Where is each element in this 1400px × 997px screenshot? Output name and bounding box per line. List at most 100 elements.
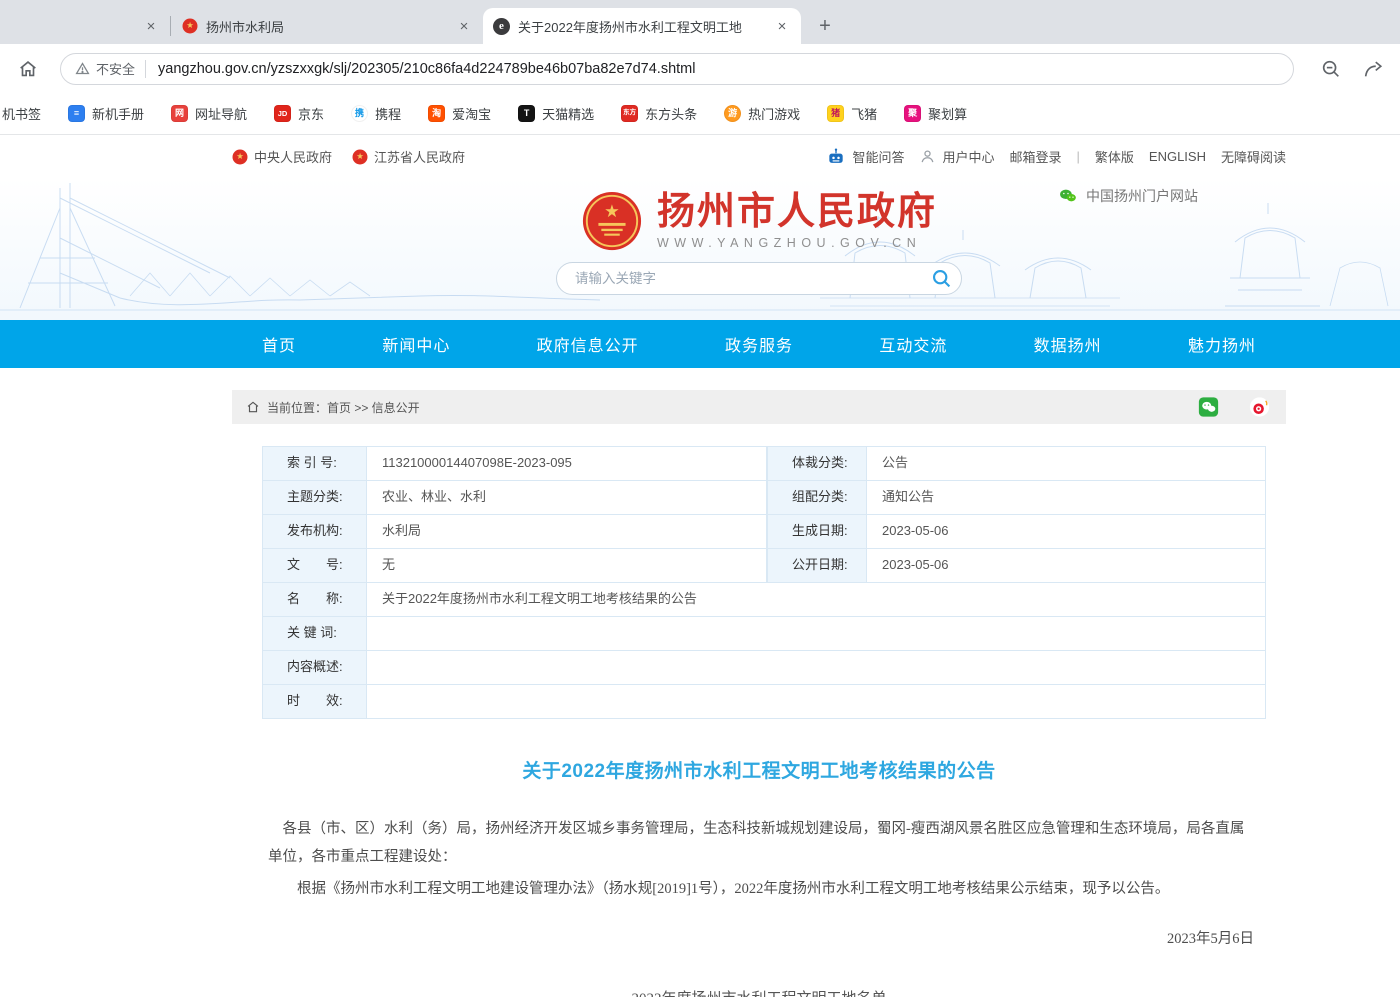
breadcrumb-text[interactable]: 当前位置：首页 >> 信息公开 bbox=[267, 399, 420, 416]
bookmark-favicon: 东方 bbox=[621, 105, 638, 122]
browser-tab-leftmost[interactable]: × bbox=[0, 8, 170, 44]
bookmark-label: 机书签 bbox=[2, 104, 41, 123]
meta-row: 名 称: 关于2022年度扬州市水利工程文明工地考核结果的公告 bbox=[262, 583, 1266, 617]
bookmark-favicon: 猪 bbox=[827, 105, 844, 122]
tab-close-icon[interactable]: × bbox=[455, 17, 473, 35]
bookmark-item[interactable]: 游 热门游戏 bbox=[724, 104, 800, 123]
site-name: 扬州市人民政府 bbox=[657, 192, 937, 234]
bookmark-favicon: 网 bbox=[171, 105, 188, 122]
svg-text:★: ★ bbox=[604, 201, 620, 221]
link-mail-login[interactable]: 邮箱登录 bbox=[1009, 147, 1061, 166]
article-paragraph: 各县（市、区）水利（务）局，扬州经济开发区城乡事务管理局，生态科技新城规划建设局… bbox=[268, 816, 1250, 871]
bookmark-favicon: 聚 bbox=[904, 105, 921, 122]
site-url-label: WWW.YANGZHOU.GOV.CN bbox=[657, 236, 937, 250]
meta-value bbox=[367, 651, 1266, 684]
svg-text:★: ★ bbox=[356, 151, 364, 161]
bookmark-favicon: 携 bbox=[351, 105, 368, 122]
article-body: 各县（市、区）水利（务）局，扬州经济开发区城乡事务管理局，生态科技新城规划建设局… bbox=[232, 816, 1286, 997]
gov-link-label: 繁体版 bbox=[1095, 147, 1134, 166]
weibo-share-icon[interactable] bbox=[1249, 397, 1270, 418]
browser-tab-active-announcement[interactable]: e 关于2022年度扬州市水利工程文明工地 × bbox=[483, 8, 801, 44]
wechat-icon bbox=[1058, 186, 1078, 206]
link-central-government[interactable]: ★ 中央人民政府 bbox=[232, 147, 332, 166]
article-date: 2023年5月6日 bbox=[232, 926, 1254, 954]
national-emblem-icon: ★ bbox=[232, 149, 248, 165]
browser-tab-shuiliju[interactable]: ★ 扬州市水利局 × bbox=[171, 8, 483, 44]
bookmark-label: 网址导航 bbox=[195, 104, 247, 123]
bookmark-item[interactable]: 机书签 bbox=[2, 104, 41, 123]
wechat-share-icon[interactable] bbox=[1198, 397, 1219, 418]
gov-link-label: 无障碍阅读 bbox=[1221, 147, 1286, 166]
nav-item-info-disclosure[interactable]: 政府信息公开 bbox=[537, 332, 639, 356]
share-icon[interactable] bbox=[1362, 58, 1384, 80]
browser-address-bar: 不安全 yangzhou.gov.cn/yzszxxgk/slj/202305/… bbox=[0, 44, 1400, 93]
search-input[interactable] bbox=[575, 271, 925, 286]
national-emblem-favicon: ★ bbox=[181, 18, 198, 35]
portal-link[interactable]: 中国扬州门户网站 bbox=[1058, 186, 1198, 206]
meta-row: 文 号: 无 公开日期: 2023-05-06 bbox=[262, 549, 1266, 583]
tab-close-icon[interactable]: × bbox=[773, 17, 791, 35]
article-title: 关于2022年度扬州市水利工程文明工地考核结果的公告 bbox=[232, 756, 1286, 783]
svg-text:★: ★ bbox=[186, 20, 194, 30]
bookmark-label: 携程 bbox=[375, 104, 401, 123]
nav-item-interaction[interactable]: 互动交流 bbox=[879, 332, 947, 356]
home-button-icon[interactable] bbox=[16, 57, 40, 81]
home-icon bbox=[246, 400, 260, 414]
nav-item-charm[interactable]: 魅力扬州 bbox=[1188, 332, 1256, 356]
bookmark-item[interactable]: T 天猫精选 bbox=[518, 104, 594, 123]
nav-item-data[interactable]: 数据扬州 bbox=[1034, 332, 1102, 356]
address-divider bbox=[145, 60, 146, 78]
bookmark-item[interactable]: ≡ 新机手册 bbox=[68, 104, 144, 123]
meta-value: 无 bbox=[367, 549, 767, 582]
svg-text:★: ★ bbox=[236, 151, 244, 161]
meta-label: 名 称: bbox=[262, 583, 367, 616]
zoom-out-icon[interactable] bbox=[1320, 58, 1342, 80]
bookmark-item[interactable]: 东方 东方头条 bbox=[621, 104, 697, 123]
link-smart-qa[interactable]: 智能问答 bbox=[826, 147, 904, 167]
security-warning-icon[interactable] bbox=[75, 61, 90, 76]
meta-value: 水利局 bbox=[367, 515, 767, 548]
meta-value: 公告 bbox=[867, 447, 1266, 480]
meta-value: 农业、林业、水利 bbox=[367, 481, 767, 514]
national-emblem-logo: ★ bbox=[581, 190, 643, 252]
gov-link-label: 江苏省人民政府 bbox=[374, 147, 465, 166]
bookmark-item[interactable]: 聚 聚划算 bbox=[904, 104, 967, 123]
gov-top-bar: ★ 中央人民政府 ★ 江苏省人民政府 智能问答 用户中心 邮箱登录 | 繁体版 … bbox=[0, 135, 1400, 178]
link-user-center[interactable]: 用户中心 bbox=[919, 147, 994, 166]
search-button[interactable] bbox=[925, 264, 957, 294]
list-title: 2022年度扬州市水利工程文明工地名单 bbox=[232, 985, 1286, 997]
bookmark-item[interactable]: 猪 飞猪 bbox=[827, 104, 877, 123]
user-icon bbox=[919, 148, 936, 165]
site-banner: ★ 扬州市人民政府 WWW.YANGZHOU.GOV.CN 中国扬州门户网站 bbox=[0, 178, 1400, 320]
url-field[interactable]: 不安全 yangzhou.gov.cn/yzszxxgk/slj/202305/… bbox=[60, 53, 1294, 85]
bookmark-favicon: 淘 bbox=[428, 105, 445, 122]
browser-tab-strip: × ★ 扬州市水利局 × e 关于2022年度扬州市水利工程文明工地 × + bbox=[0, 0, 1400, 44]
meta-row: 发布机构: 水利局 生成日期: 2023-05-06 bbox=[262, 515, 1266, 549]
meta-value: 2023-05-06 bbox=[867, 515, 1266, 548]
site-logo[interactable]: ★ 扬州市人民政府 WWW.YANGZHOU.GOV.CN bbox=[581, 190, 937, 252]
meta-row: 关 键 词: bbox=[262, 617, 1266, 651]
site-search-box bbox=[556, 262, 962, 295]
link-accessibility[interactable]: 无障碍阅读 bbox=[1221, 147, 1286, 166]
bookmark-item[interactable]: 携 携程 bbox=[351, 104, 401, 123]
link-traditional-chinese[interactable]: 繁体版 bbox=[1095, 147, 1134, 166]
bookmark-item[interactable]: 网 网址导航 bbox=[171, 104, 247, 123]
nav-item-services[interactable]: 政务服务 bbox=[725, 332, 793, 356]
bookmark-label: 新机手册 bbox=[92, 104, 144, 123]
link-english[interactable]: ENGLISH bbox=[1149, 149, 1206, 164]
bookmark-favicon: 游 bbox=[724, 105, 741, 122]
tab-close-icon[interactable]: × bbox=[142, 17, 160, 35]
nav-item-news[interactable]: 新闻中心 bbox=[382, 332, 450, 356]
bookmark-item[interactable]: 淘 爱淘宝 bbox=[428, 104, 491, 123]
nav-item-home[interactable]: 首页 bbox=[262, 332, 296, 356]
bookmark-favicon: T bbox=[518, 105, 535, 122]
bookmark-item[interactable]: JD 京东 bbox=[274, 104, 324, 123]
tab-title: 扬州市水利局 bbox=[206, 17, 447, 36]
meta-label: 主题分类: bbox=[262, 481, 367, 514]
link-jiangsu-government[interactable]: ★ 江苏省人民政府 bbox=[352, 147, 465, 166]
meta-value: 11321000014407098E-2023-095 bbox=[367, 447, 767, 480]
divider: | bbox=[1077, 149, 1080, 164]
page-url[interactable]: yangzhou.gov.cn/yzszxxgk/slj/202305/210c… bbox=[158, 61, 695, 77]
new-tab-button[interactable]: + bbox=[811, 12, 839, 40]
site-favicon: e bbox=[493, 18, 510, 35]
